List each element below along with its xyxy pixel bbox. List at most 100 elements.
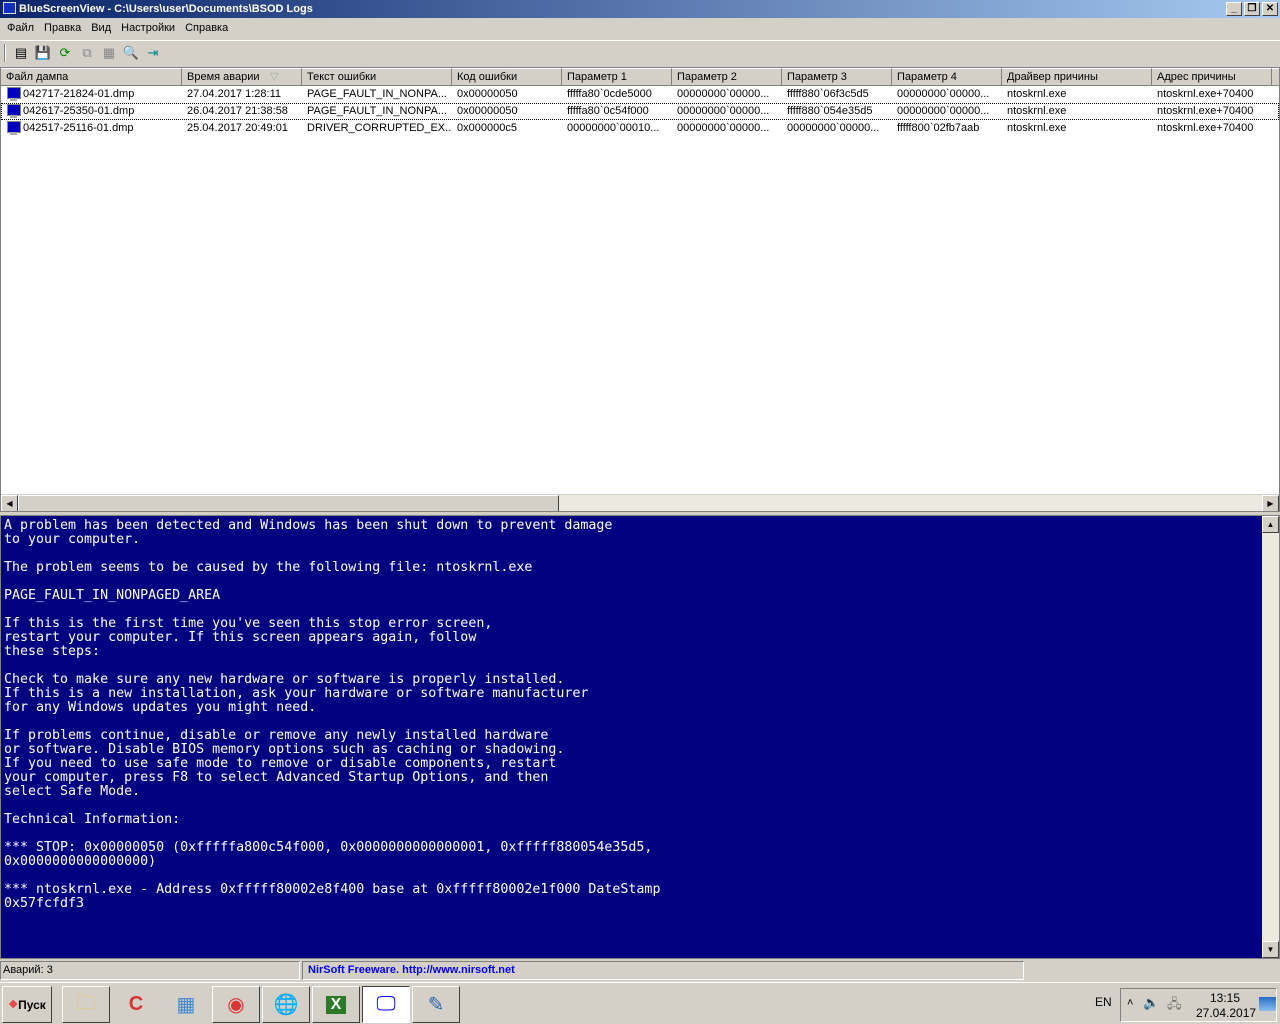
taskbar-chrome[interactable]: ◉: [212, 986, 260, 1023]
column-label: Время аварии: [187, 71, 260, 83]
toolbar: ▤ 💾 ⟳ ⧉ ▦ 🔍 ⇥: [0, 40, 1280, 64]
menu-bar: Файл Правка Вид Настройки Справка: [0, 18, 1280, 38]
taskbar-calculator[interactable]: ▦: [162, 986, 210, 1023]
taskbar-paint[interactable]: ✎: [412, 986, 460, 1023]
volume-icon[interactable]: 🔈: [1143, 995, 1159, 1011]
status-bar: Аварий: 3 NirSoft Freeware. http://www.n…: [0, 961, 1280, 980]
cell-crash-time: 26.04.2017 21:38:58: [187, 105, 288, 117]
nirsoft-link[interactable]: NirSoft Freeware. http://www.nirsoft.net: [302, 961, 1024, 980]
sort-indicator-icon: ▽: [270, 71, 279, 83]
column-bug-check-code[interactable]: Код ошибки: [452, 68, 562, 86]
cell-parameter-1: fffffa80`0cde5000: [567, 88, 652, 100]
cell-parameter-3: fffff880`06f3c5d5: [787, 88, 869, 100]
vertical-scrollbar[interactable]: ▲ ▼: [1262, 516, 1279, 958]
cell-bug-check-code: 0x00000050: [457, 88, 518, 100]
cell-bug-check-code: 0x000000c5: [457, 122, 517, 134]
cell-bug-check-string: PAGE_FAULT_IN_NONPA...: [307, 88, 447, 100]
column-crash-time[interactable]: Время аварии ▽: [182, 68, 302, 86]
menu-help[interactable]: Справка: [180, 18, 233, 38]
column-bug-check-string[interactable]: Текст ошибки: [302, 68, 452, 86]
scroll-down-button[interactable]: ▼: [1262, 941, 1279, 958]
menu-view[interactable]: Вид: [86, 18, 116, 38]
cell-caused-by-driver: ntoskrnl.exe: [1007, 105, 1067, 117]
toolbar-separator: [4, 43, 6, 62]
windows-logo-icon: ❖: [8, 999, 19, 1011]
show-desktop-icon[interactable]: [1259, 997, 1276, 1011]
cell-caused-by-driver: ntoskrnl.exe: [1007, 88, 1067, 100]
restore-button[interactable]: ❐: [1244, 2, 1260, 16]
cell-parameter-3: 00000000`00000...: [787, 122, 880, 134]
chrome-icon: ◉: [227, 994, 245, 1016]
cell-dump-file: 042517-25116-01.dmp: [23, 122, 134, 134]
minimize-button[interactable]: _: [1226, 2, 1242, 16]
window-title: BlueScreenView - C:\Users\user\Documents…: [19, 3, 313, 15]
column-parameter-2[interactable]: Параметр 2: [672, 68, 782, 86]
cell-parameter-4: 00000000`00000...: [897, 88, 990, 100]
properties-icon[interactable]: ▤: [12, 44, 30, 62]
start-button[interactable]: ❖ Пуск: [2, 986, 52, 1023]
taskbar-bluescreenview[interactable]: 🖵: [362, 986, 410, 1023]
folder-icon: 🗀: [76, 991, 96, 1014]
cell-parameter-2: 00000000`00000...: [677, 122, 770, 134]
table-row[interactable]: 042617-25350-01.dmp 26.04.2017 21:38:58 PA…: [1, 103, 1279, 120]
globe-icon: 🌐: [273, 994, 299, 1016]
taskbar-tor[interactable]: 🌐: [262, 986, 310, 1023]
cell-caused-by-address: ntoskrnl.exe+70400: [1157, 88, 1254, 100]
close-button[interactable]: ✕: [1262, 2, 1278, 16]
table-row[interactable]: 042717-21824-01.dmp 27.04.2017 1:28:11 PAG…: [1, 86, 1279, 103]
clock-time[interactable]: 13:15: [1210, 991, 1240, 1005]
cell-dump-file: 042617-25350-01.dmp: [23, 105, 135, 117]
system-tray: ˄ 🔈 🖧 13:15 27.04.2017: [1120, 988, 1277, 1022]
monitor-icon: 🖵: [376, 993, 396, 1015]
copy-icon[interactable]: ⧉: [78, 44, 96, 62]
menu-edit[interactable]: Правка: [39, 18, 86, 38]
column-more[interactable]: [1272, 68, 1279, 86]
column-caused-by-driver[interactable]: Драйвер причины: [1002, 68, 1152, 86]
cell-parameter-2: 00000000`00000...: [677, 105, 770, 117]
column-parameter-4[interactable]: Параметр 4: [892, 68, 1002, 86]
show-hidden-icons-icon[interactable]: ˄: [1127, 997, 1133, 1009]
cell-bug-check-string: PAGE_FAULT_IN_NONPA...: [307, 105, 447, 117]
horizontal-scrollbar[interactable]: ◀ ▶: [1, 494, 1279, 511]
start-label: Пуск: [18, 997, 46, 1012]
menu-file[interactable]: Файл: [2, 18, 39, 38]
table-row[interactable]: 042517-25116-01.dmp 25.04.2017 20:49:01 DR…: [1, 120, 1279, 137]
cell-bug-check-string: DRIVER_CORRUPTED_EX...: [307, 122, 452, 134]
clock-date[interactable]: 27.04.2017: [1196, 1006, 1256, 1020]
column-caused-by-address[interactable]: Адрес причины: [1152, 68, 1272, 86]
find-icon[interactable]: 🔍: [122, 44, 140, 62]
column-parameter-3[interactable]: Параметр 3: [782, 68, 892, 86]
taskbar-excel[interactable]: X: [312, 986, 360, 1023]
network-icon[interactable]: 🖧: [1167, 995, 1182, 1017]
html-report-icon[interactable]: ▦: [100, 44, 118, 62]
crash-count: Аварий: 3: [0, 961, 300, 980]
column-dump-file[interactable]: Файл дампа: [1, 68, 182, 86]
save-icon[interactable]: 💾: [34, 44, 52, 62]
cell-crash-time: 27.04.2017 1:28:11: [187, 88, 281, 100]
title-bar: BlueScreenView - C:\Users\user\Documents…: [0, 0, 1280, 18]
taskbar-explorer[interactable]: 🗀: [62, 986, 110, 1023]
excel-icon: X: [325, 995, 347, 1014]
menu-options[interactable]: Настройки: [116, 18, 180, 38]
cell-caused-by-address: ntoskrnl.exe+70400: [1157, 105, 1254, 117]
crash-list[interactable]: Файл дампа Время аварии ▽ Текст ошибки Ко…: [0, 67, 1280, 512]
refresh-icon[interactable]: ⟳: [56, 44, 74, 62]
scroll-right-button[interactable]: ▶: [1262, 495, 1279, 511]
bsod-text: A problem has been detected and Windows …: [4, 518, 661, 911]
paint-icon: ✎: [427, 994, 445, 1016]
taskbar-ccleaner[interactable]: C: [112, 986, 160, 1023]
column-parameter-1[interactable]: Параметр 1: [562, 68, 672, 86]
list-header: Файл дампа Время аварии ▽ Текст ошибки Ко…: [1, 68, 1279, 86]
calculator-icon: ▦: [176, 994, 196, 1016]
scroll-left-button[interactable]: ◀: [1, 495, 18, 511]
cell-dump-file: 042717-21824-01.dmp: [23, 88, 135, 100]
exit-icon[interactable]: ⇥: [144, 44, 162, 62]
cell-parameter-1: fffffa80`0c54f000: [567, 105, 649, 117]
cell-parameter-4: fffff800`02fb7aab: [897, 122, 980, 134]
language-indicator[interactable]: EN: [1095, 995, 1112, 1009]
cell-crash-time: 25.04.2017 20:49:01: [187, 122, 288, 134]
cell-bug-check-code: 0x00000050: [457, 105, 518, 117]
scroll-thumb[interactable]: [18, 495, 559, 511]
scroll-up-button[interactable]: ▲: [1262, 516, 1279, 533]
ccleaner-icon: C: [128, 993, 144, 1015]
